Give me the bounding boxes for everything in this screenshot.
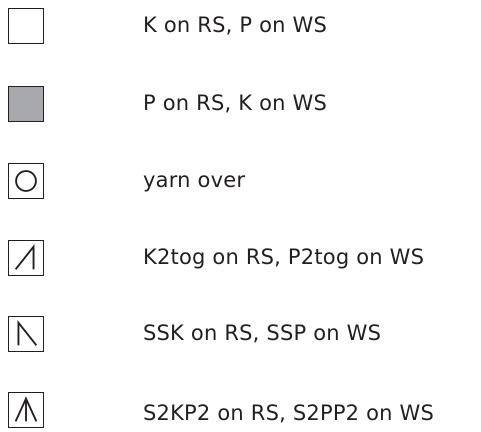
s2kp2-caret-icon (8, 392, 44, 428)
s2kp2-caret-glyph (14, 396, 38, 422)
knit-square-icon (8, 8, 44, 44)
legend-label-knit: K on RS, P on WS (143, 13, 328, 37)
legend-row-knit: K on RS, P on WS (0, 8, 481, 48)
legend-label-k2tog: K2tog on RS, P2tog on WS (143, 245, 425, 269)
legend-label-s2kp2: S2KP2 on RS, S2PP2 on WS (143, 401, 435, 425)
legend-row-ssk: SSK on RS, SSP on WS (0, 316, 481, 356)
legend-row-k2tog: K2tog on RS, P2tog on WS (0, 240, 481, 280)
ssk-backslash-glyph (17, 319, 38, 346)
ssk-backslash-icon (8, 316, 44, 352)
yarn-over-circle-glyph (15, 170, 37, 192)
purl-square-icon (8, 86, 44, 122)
legend-row-s2kp2: S2KP2 on RS, S2PP2 on WS (0, 392, 481, 432)
legend-label-ssk: SSK on RS, SSP on WS (143, 321, 382, 345)
k2tog-slash-glyph (14, 243, 35, 270)
legend-label-yarn-over: yarn over (143, 168, 246, 192)
legend-label-purl: P on RS, K on WS (143, 91, 328, 115)
legend-row-yarn-over: yarn over (0, 163, 481, 203)
stitch-legend: K on RS, P on WS P on RS, K on WS yarn o… (0, 0, 481, 432)
k2tog-slash-icon (8, 240, 44, 276)
yarn-over-circle-icon (8, 163, 44, 199)
legend-row-purl: P on RS, K on WS (0, 86, 481, 126)
